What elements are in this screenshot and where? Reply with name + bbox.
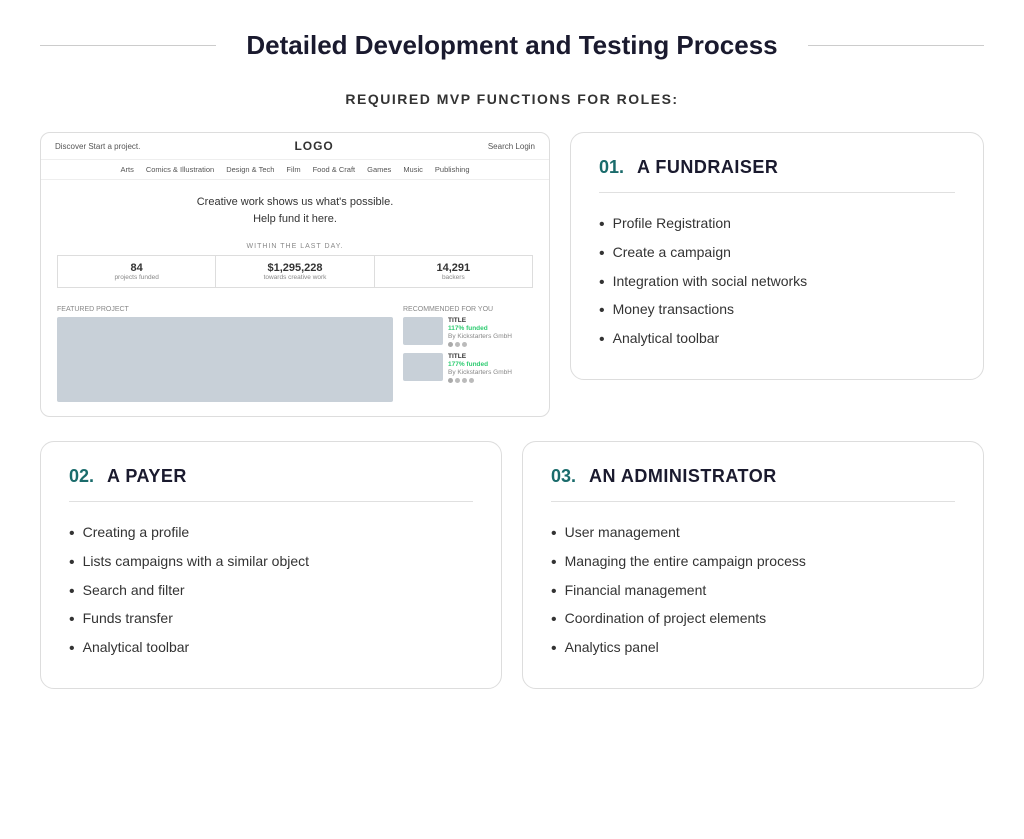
mockup-rec-item-1: TITLE 117% funded By Kickstarters GmbH bbox=[403, 317, 533, 347]
mockup-rec-thumb-1 bbox=[403, 317, 443, 345]
mockup-stat-num-1: 84 bbox=[62, 262, 211, 274]
fundraiser-card: 01. A FUNDRAISER Profile Registration Cr… bbox=[570, 132, 984, 380]
mockup-logo: LOGO bbox=[294, 139, 333, 153]
dot-2b bbox=[455, 378, 460, 383]
payer-item-5: Analytical toolbar bbox=[69, 635, 473, 664]
mockup-nav-right: Search Login bbox=[488, 142, 535, 151]
mockup-rec-sub-1: By Kickstarters GmbH bbox=[448, 333, 512, 340]
fundraiser-title: 01. A FUNDRAISER bbox=[599, 157, 955, 193]
admin-item-1: User management bbox=[551, 520, 955, 549]
mockup-featured-image bbox=[57, 317, 393, 402]
mockup-stat-label-2: towards creative work bbox=[220, 274, 369, 281]
payer-num: 02. bbox=[69, 466, 94, 486]
mockup-rec-sub-2: By Kickstarters GmbH bbox=[448, 369, 512, 376]
mockup-stat-label-3: backers bbox=[379, 274, 528, 281]
fundraiser-item-1: Profile Registration bbox=[599, 211, 955, 240]
mockup-rec-info-2: TITLE 177% funded By Kickstarters GmbH bbox=[448, 353, 512, 383]
mockup-recommended-label: RECOMMENDED FOR YOU bbox=[403, 306, 533, 313]
cat-design: Design & Tech bbox=[226, 165, 274, 174]
payer-item-3: Search and filter bbox=[69, 578, 473, 607]
mockup-stat-num-3: 14,291 bbox=[379, 262, 528, 274]
fundraiser-item-3: Integration with social networks bbox=[599, 269, 955, 298]
payer-title: 02. A PAYER bbox=[69, 466, 473, 502]
dot-2a bbox=[448, 378, 453, 383]
mockup-stat-1: 84 projects funded bbox=[58, 256, 216, 287]
mockup-stat-2: $1,295,228 towards creative work bbox=[216, 256, 374, 287]
dot-1b bbox=[455, 342, 460, 347]
page-title: Detailed Development and Testing Process bbox=[236, 30, 787, 61]
cat-publishing: Publishing bbox=[435, 165, 470, 174]
mockup-featured-label: FEATURED PROJECT bbox=[57, 306, 393, 313]
mockup-categories: Arts Comics & Illustration Design & Tech… bbox=[41, 160, 549, 180]
cat-food: Food & Craft bbox=[313, 165, 356, 174]
mockup-dots-2 bbox=[448, 378, 512, 383]
mockup-rec-funded-2: 177% funded bbox=[448, 361, 512, 368]
mockup-rec-item-2: TITLE 177% funded By Kickstarters GmbH bbox=[403, 353, 533, 383]
mockup-within-label: WITHIN THE LAST DAY. bbox=[41, 243, 549, 250]
fundraiser-num: 01. bbox=[599, 157, 624, 177]
mockup-container: Discover Start a project. LOGO Search Lo… bbox=[40, 132, 550, 417]
dot-2d bbox=[469, 378, 474, 383]
mockup-rec-info-1: TITLE 117% funded By Kickstarters GmbH bbox=[448, 317, 512, 347]
mockup-rec-title-1: TITLE bbox=[448, 317, 512, 324]
mockup-featured: FEATURED PROJECT bbox=[57, 306, 393, 402]
fundraiser-item-2: Create a campaign bbox=[599, 240, 955, 269]
mockup-hero: Creative work shows us what's possible. … bbox=[41, 180, 549, 237]
cat-music: Music bbox=[403, 165, 423, 174]
cat-comics: Comics & Illustration bbox=[146, 165, 214, 174]
fundraiser-item-5: Analytical toolbar bbox=[599, 326, 955, 355]
cat-arts: Arts bbox=[120, 165, 133, 174]
fundraiser-name: A FUNDRAISER bbox=[637, 157, 778, 177]
fundraiser-list: Profile Registration Create a campaign I… bbox=[599, 211, 955, 355]
mockup-rec-thumb-2 bbox=[403, 353, 443, 381]
mockup-hero-line1: Creative work shows us what's possible. bbox=[61, 194, 529, 211]
fundraiser-item-4: Money transactions bbox=[599, 297, 955, 326]
dot-1a bbox=[448, 342, 453, 347]
administrator-title: 03. AN ADMINISTRATOR bbox=[551, 466, 955, 502]
mockup-dots-1 bbox=[448, 342, 512, 347]
cat-film: Film bbox=[286, 165, 300, 174]
dot-2c bbox=[462, 378, 467, 383]
administrator-name: AN ADMINISTRATOR bbox=[589, 466, 777, 486]
payer-item-1: Creating a profile bbox=[69, 520, 473, 549]
top-section: Discover Start a project. LOGO Search Lo… bbox=[40, 132, 984, 417]
admin-item-2: Managing the entire campaign process bbox=[551, 549, 955, 578]
payer-item-2: Lists campaigns with a similar object bbox=[69, 549, 473, 578]
admin-item-3: Financial management bbox=[551, 578, 955, 607]
payer-list: Creating a profile Lists campaigns with … bbox=[69, 520, 473, 664]
subtitle: REQUIRED MVP FUNCTIONS FOR ROLES: bbox=[40, 91, 984, 107]
page-header: Detailed Development and Testing Process bbox=[40, 30, 984, 61]
mockup-recommended: RECOMMENDED FOR YOU TITLE 117% funded By… bbox=[403, 306, 533, 402]
mockup-stat-3: 14,291 backers bbox=[375, 256, 532, 287]
mockup-stat-num-2: $1,295,228 bbox=[220, 262, 369, 274]
mockup-nav-left: Discover Start a project. bbox=[55, 142, 140, 151]
mockup-hero-line2: Help fund it here. bbox=[61, 211, 529, 228]
administrator-card: 03. AN ADMINISTRATOR User management Man… bbox=[522, 441, 984, 689]
mockup-bottom: FEATURED PROJECT RECOMMENDED FOR YOU TIT… bbox=[41, 300, 549, 416]
cat-games: Games bbox=[367, 165, 391, 174]
administrator-num: 03. bbox=[551, 466, 576, 486]
dot-1c bbox=[462, 342, 467, 347]
payer-name: A PAYER bbox=[107, 466, 187, 486]
bottom-section: 02. A PAYER Creating a profile Lists cam… bbox=[40, 441, 984, 689]
admin-item-4: Coordination of project elements bbox=[551, 606, 955, 635]
payer-item-4: Funds transfer bbox=[69, 606, 473, 635]
mockup-rec-title-2: TITLE bbox=[448, 353, 512, 360]
admin-item-5: Analytics panel bbox=[551, 635, 955, 664]
mockup-nav: Discover Start a project. LOGO Search Lo… bbox=[41, 133, 549, 160]
mockup-stat-label-1: projects funded bbox=[62, 274, 211, 281]
administrator-list: User management Managing the entire camp… bbox=[551, 520, 955, 664]
payer-card: 02. A PAYER Creating a profile Lists cam… bbox=[40, 441, 502, 689]
mockup-rec-funded-1: 117% funded bbox=[448, 325, 512, 332]
mockup-stats: 84 projects funded $1,295,228 towards cr… bbox=[57, 255, 533, 288]
